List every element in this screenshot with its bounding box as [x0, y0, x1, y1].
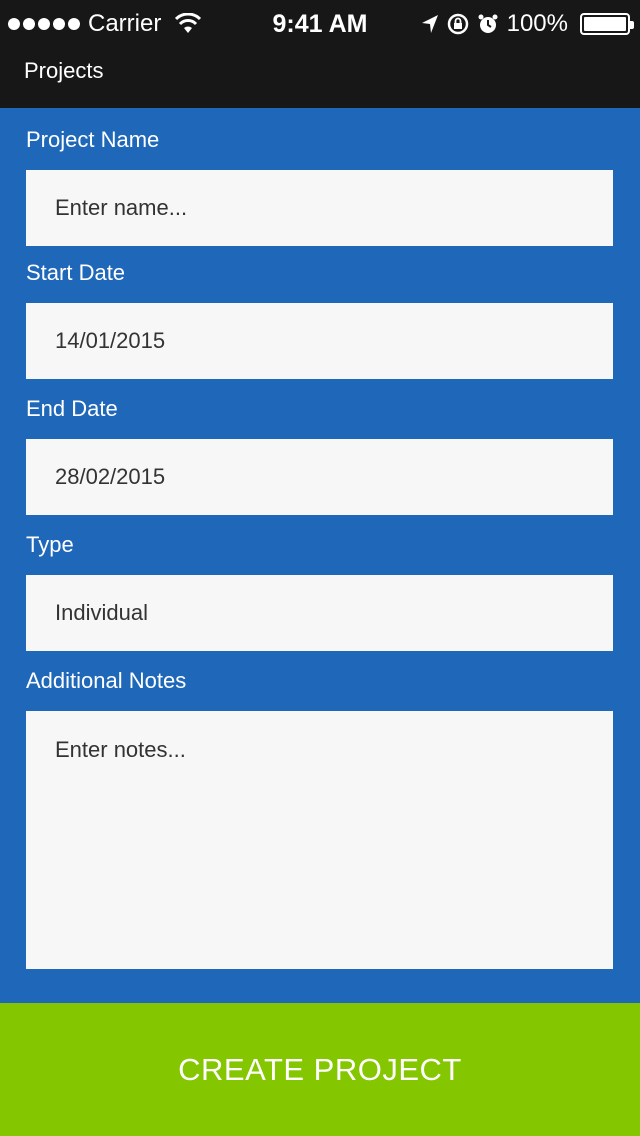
- end-date-label: End Date: [26, 396, 118, 421]
- battery-percent: 100%: [506, 10, 568, 37]
- notes-label: Additional Notes: [26, 668, 187, 693]
- type-label: Type: [26, 532, 74, 557]
- status-bar: Carrier 9:41 AM 100%: [0, 0, 640, 50]
- nav-title: Projects: [24, 58, 104, 83]
- nav-bar: Projects: [0, 50, 640, 108]
- alarm-icon: [478, 14, 498, 33]
- start-date-field[interactable]: 14/01/2015: [26, 303, 613, 379]
- type-field[interactable]: Individual: [26, 575, 613, 651]
- rotation-lock-icon: [447, 13, 468, 35]
- end-date-field[interactable]: 28/02/2015: [26, 439, 613, 515]
- project-form: Project Name Enter name... Start Date 14…: [0, 108, 640, 1003]
- create-project-button[interactable]: CREATE PROJECT: [0, 1003, 640, 1136]
- notes-textarea[interactable]: Enter notes...: [26, 711, 613, 969]
- project-name-input[interactable]: Enter name...: [26, 170, 613, 246]
- start-date-label: Start Date: [26, 260, 126, 285]
- location-arrow-icon: [421, 15, 438, 33]
- battery-icon: [580, 13, 634, 35]
- project-name-label: Project Name: [26, 127, 160, 152]
- status-right: 100%: [421, 10, 634, 38]
